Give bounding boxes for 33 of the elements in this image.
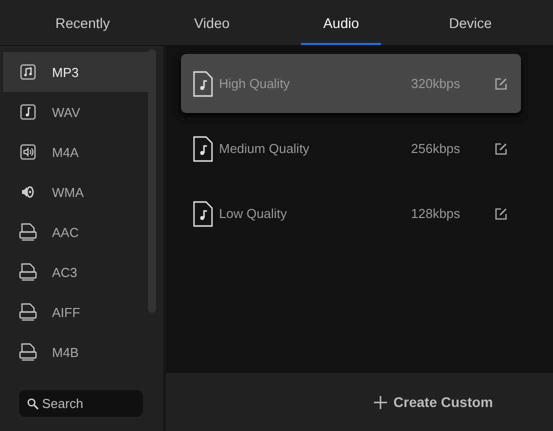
- edit-icon[interactable]: [495, 142, 507, 154]
- format-item[interactable]: M4B: [3, 332, 149, 372]
- preset-name: Medium Quality: [219, 141, 310, 156]
- preset-row[interactable]: Low Quality 128kbps: [181, 184, 521, 243]
- tab[interactable]: Recently: [42, 3, 123, 45]
- format-item[interactable]: M4A: [3, 132, 149, 172]
- format-item[interactable]: AC3: [3, 252, 149, 292]
- preset-name: Low Quality: [219, 206, 288, 221]
- bitrate: 256kbps: [411, 141, 462, 156]
- tab[interactable]: Device: [430, 3, 510, 45]
- format-item[interactable]: MP3: [3, 52, 149, 92]
- audio-file-icon: [193, 136, 213, 162]
- search-field[interactable]: Search: [19, 390, 143, 417]
- format-item[interactable]: WAV: [3, 92, 149, 132]
- bitrate: 320kbps: [411, 76, 462, 91]
- plus-icon: [374, 396, 388, 408]
- bitrate: 128kbps: [411, 206, 462, 221]
- preset-name: High Quality: [219, 76, 291, 91]
- music-note-icon: [18, 102, 38, 122]
- create-custom-button[interactable]: Create Custom: [368, 393, 499, 411]
- edit-icon[interactable]: [495, 78, 507, 90]
- music-icon: [18, 62, 38, 82]
- preset-row[interactable]: Medium Quality 256kbps: [181, 119, 521, 178]
- tab[interactable]: Audio: [301, 3, 382, 45]
- format-item[interactable]: AAC: [3, 212, 149, 252]
- search-icon: [27, 398, 39, 410]
- speaker-icon: [18, 142, 38, 162]
- format-item[interactable]: AIFF: [3, 292, 149, 332]
- audio-file-icon: [193, 70, 213, 96]
- tab[interactable]: Video: [172, 3, 252, 45]
- format-item[interactable]: WMA: [3, 172, 149, 212]
- audio-file-icon: [193, 200, 213, 226]
- edit-icon[interactable]: [495, 208, 507, 220]
